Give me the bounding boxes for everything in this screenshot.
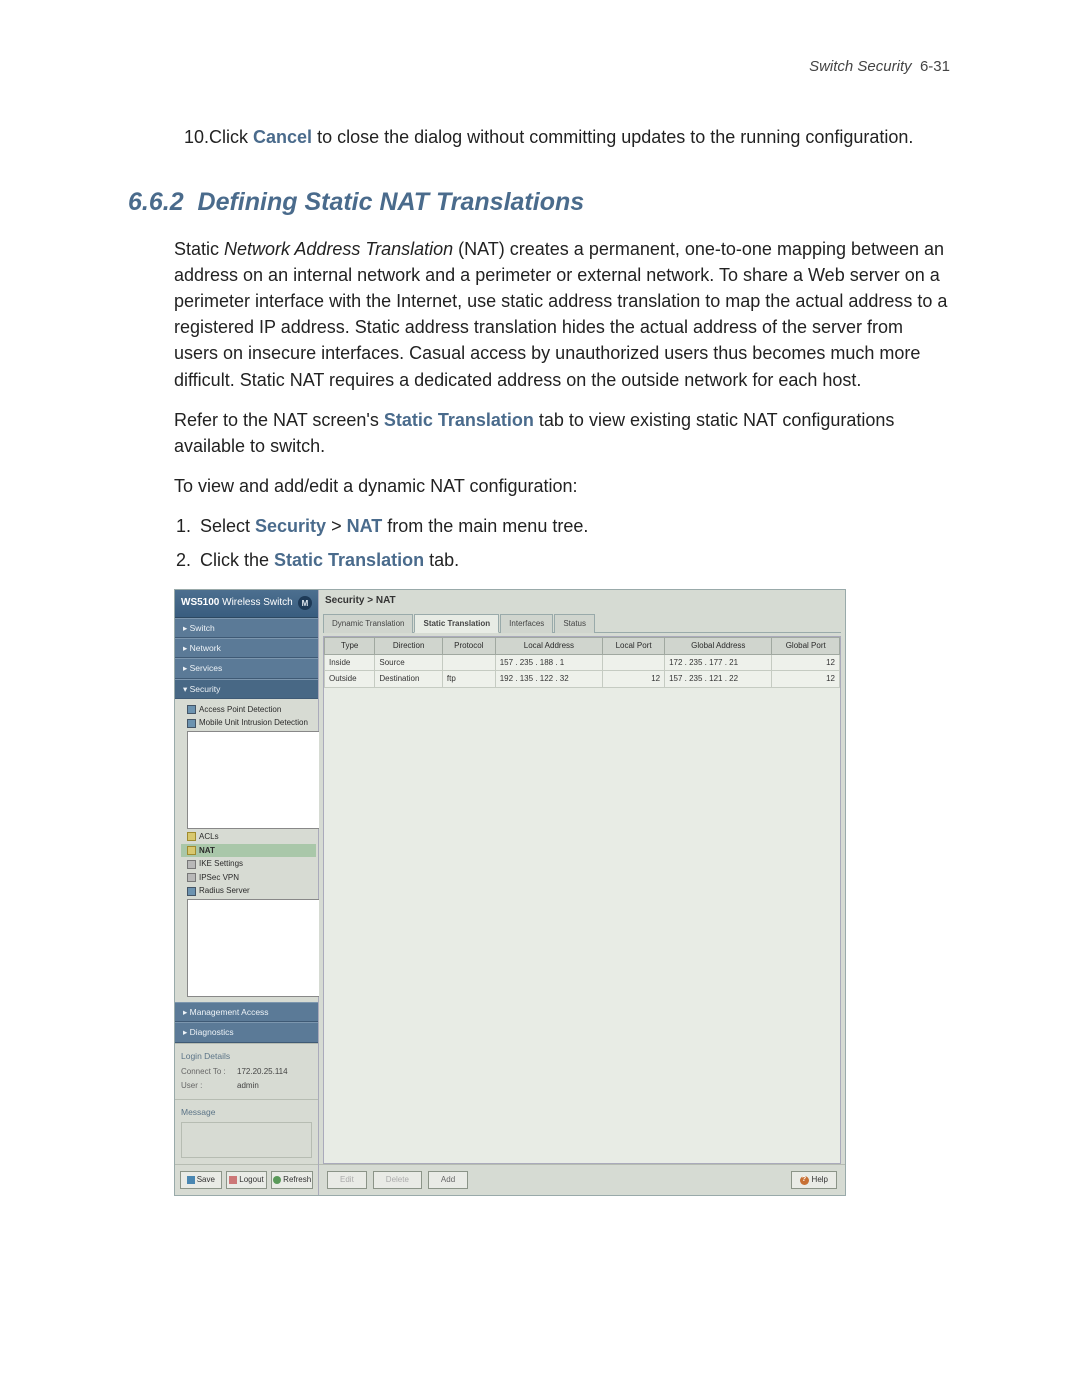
table-row[interactable]: Inside Source 157 . 235 . 188 . 1 172 . … <box>325 654 840 671</box>
server-icon <box>187 887 196 896</box>
folder-icon <box>187 832 196 841</box>
sidebar-group-security[interactable]: ▾ Security <box>175 679 318 699</box>
folder-icon <box>187 846 196 855</box>
user-value: admin <box>237 1080 259 1092</box>
security-tree: Access Point Detection Mobile Unit Intru… <box>175 699 318 1002</box>
brand-logo-icon: M <box>298 596 312 610</box>
delete-button[interactable]: Delete <box>373 1171 422 1189</box>
product-name: WS5100 <box>181 597 219 608</box>
sidebar-group-network[interactable]: ▸ Network <box>175 638 318 658</box>
section-para-3: To view and add/edit a dynamic NAT confi… <box>174 473 950 499</box>
col-local-port[interactable]: Local Port <box>603 638 665 655</box>
tab-dynamic-translation[interactable]: Dynamic Translation <box>323 614 413 634</box>
logout-button[interactable]: Logout <box>226 1171 268 1189</box>
tab-static-translation[interactable]: Static Translation <box>414 614 499 634</box>
breadcrumb: Security > NAT <box>319 590 845 613</box>
page-header: Switch Security 6-31 <box>132 56 950 78</box>
help-button[interactable]: ? Help <box>791 1171 837 1189</box>
sidebar-group-switch[interactable]: ▸ Switch <box>175 618 318 638</box>
help-icon: ? <box>800 1176 809 1185</box>
tree-radius[interactable]: Radius Server <box>181 884 316 898</box>
grid-header-row: Type Direction Protocol Local Address Lo… <box>325 638 840 655</box>
tree-ike[interactable]: IKE Settings <box>181 857 316 871</box>
save-icon <box>187 1176 195 1184</box>
message-box <box>181 1122 312 1158</box>
header-title: Switch Security <box>809 58 912 75</box>
brand-bar: WS5100 Wireless Switch M <box>175 590 318 618</box>
step-10: 10.Click Cancel to close the dialog with… <box>184 124 950 150</box>
col-protocol[interactable]: Protocol <box>442 638 495 655</box>
tree-acls[interactable]: ACLs <box>181 830 316 844</box>
antenna-icon <box>187 719 196 728</box>
product-subtitle: Wireless Switch <box>222 597 293 608</box>
tree-wireless-filters[interactable]: Wireless Filters <box>181 730 316 830</box>
tab-status[interactable]: Status <box>554 614 595 634</box>
save-button[interactable]: Save <box>180 1171 222 1189</box>
key-icon <box>187 860 196 869</box>
tab-interfaces[interactable]: Interfaces <box>500 614 553 634</box>
sidebar-group-services[interactable]: ▸ Services <box>175 658 318 678</box>
section-para-1: Static Network Address Translation (NAT)… <box>174 236 950 393</box>
main-panel: Security > NAT Dynamic Translation Stati… <box>319 590 845 1195</box>
lock-icon <box>187 873 196 882</box>
tree-apd[interactable]: Access Point Detection <box>181 703 316 717</box>
col-direction[interactable]: Direction <box>375 638 443 655</box>
sidebar-group-diagnostics[interactable]: ▸ Diagnostics <box>175 1022 318 1042</box>
app-screenshot: WS5100 Wireless Switch M ▸ Switch ▸ Netw… <box>174 589 846 1196</box>
tree-ipsec[interactable]: IPSec VPN <box>181 871 316 885</box>
table-row[interactable]: Outside Destination ftp 192 . 135 . 122 … <box>325 671 840 688</box>
refresh-button[interactable]: Refresh <box>271 1171 313 1189</box>
col-global-address[interactable]: Global Address <box>665 638 772 655</box>
refresh-icon <box>273 1176 281 1184</box>
add-button[interactable]: Add <box>428 1171 468 1189</box>
sidebar: WS5100 Wireless Switch M ▸ Switch ▸ Netw… <box>175 590 319 1195</box>
logout-icon <box>229 1176 237 1184</box>
cancel-ref: Cancel <box>253 127 312 147</box>
connect-to-value: 172.20.25.114 <box>237 1066 288 1078</box>
col-global-port[interactable]: Global Port <box>772 638 840 655</box>
sidebar-group-management[interactable]: ▸ Management Access <box>175 1002 318 1022</box>
login-panel: Login Details Connect To :172.20.25.114 … <box>175 1043 318 1100</box>
section-para-2: Refer to the NAT screen's Static Transla… <box>174 407 950 459</box>
col-local-address[interactable]: Local Address <box>495 638 602 655</box>
message-panel: Message <box>175 1099 318 1164</box>
step-1: Select Security > NAT from the main menu… <box>196 513 950 539</box>
col-type[interactable]: Type <box>325 638 375 655</box>
nat-grid: Type Direction Protocol Local Address Lo… <box>323 636 841 1164</box>
edit-button[interactable]: Edit <box>327 1171 367 1189</box>
tree-muid[interactable]: Mobile Unit Intrusion Detection <box>181 716 316 730</box>
tree-nat[interactable]: NAT <box>181 844 316 858</box>
antenna-icon <box>187 705 196 714</box>
tab-bar: Dynamic Translation Static Translation I… <box>323 613 841 634</box>
step-2: Click the Static Translation tab. <box>196 547 950 573</box>
header-page-ref: 6-31 <box>920 58 950 75</box>
tree-certs[interactable]: Server Certificates <box>181 898 316 998</box>
section-heading: 6.6.2 Defining Static NAT Translations <box>128 184 950 220</box>
